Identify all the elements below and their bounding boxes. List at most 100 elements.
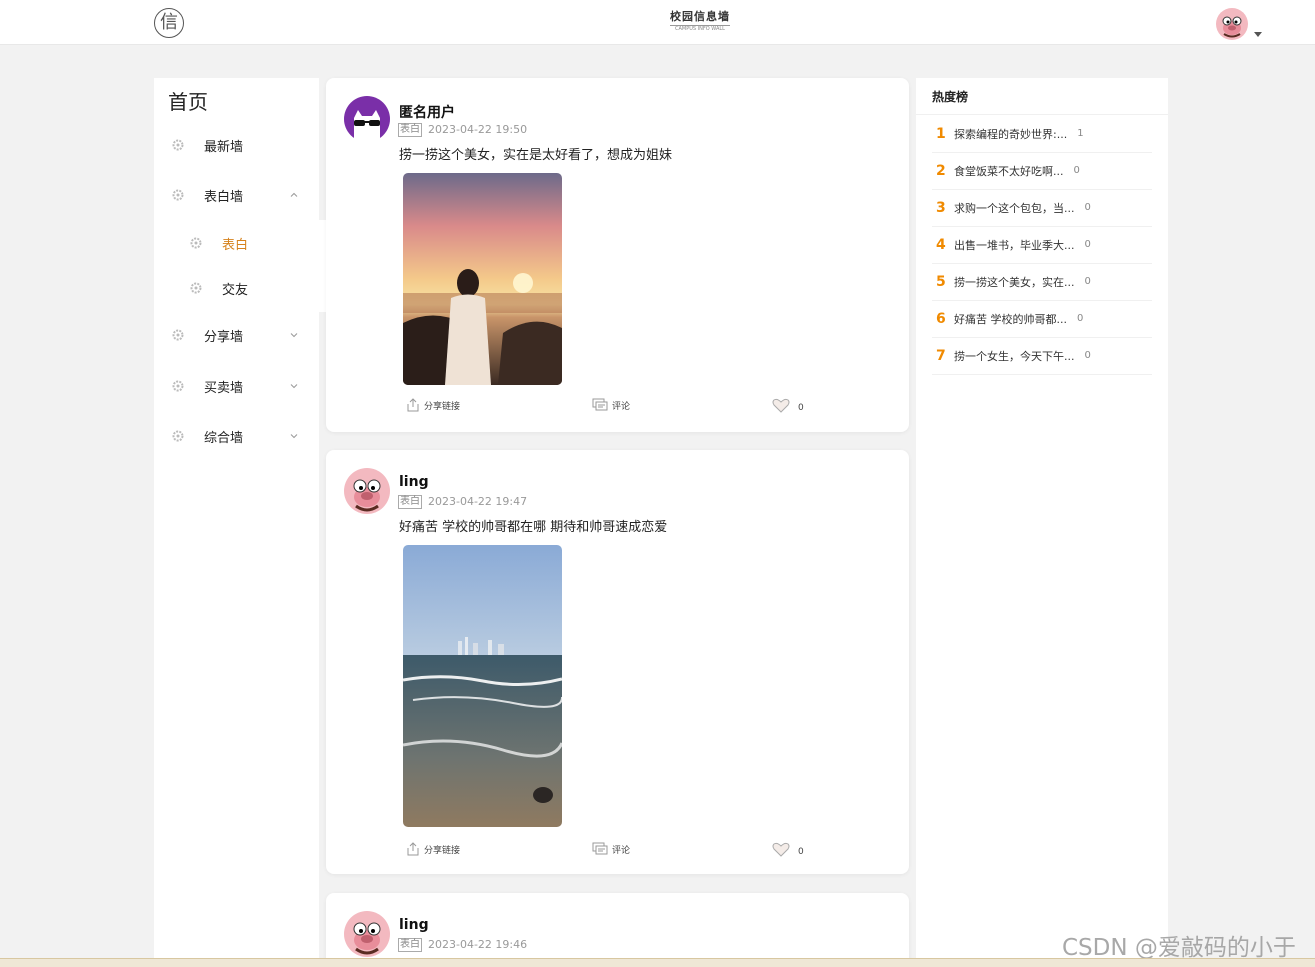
- gear-icon: [190, 237, 202, 249]
- top-bar: 信 校园信息墙 CAMPUS INFO WALL: [0, 0, 1315, 45]
- comment-icon: [592, 842, 608, 855]
- hot-item[interactable]: 7 捞一个女生，今天下午... 0: [932, 337, 1152, 375]
- sidebar-item-label: 表白墙: [204, 189, 244, 205]
- hot-title: 探索编程的奇妙世界:...: [954, 127, 1068, 141]
- sidebar-item-label: 分享墙: [204, 329, 244, 345]
- comment-label: 评论: [612, 846, 631, 856]
- logo-char: 信: [160, 12, 178, 33]
- sidebar-item-label: 表白: [222, 237, 249, 253]
- sidebar: 首页 最新墙 表白墙 表白 交友 分享墙 买卖墙 综合墙: [154, 78, 334, 966]
- hot-rank: 4: [936, 236, 946, 253]
- hot-item[interactable]: 1 探索编程的奇妙世界:... 1: [932, 115, 1152, 153]
- hot-title: 出售一堆书，毕业季大...: [954, 238, 1075, 252]
- hot-title: 捞一个女生，今天下午...: [954, 349, 1075, 363]
- gear-icon: [172, 329, 184, 341]
- post-username[interactable]: 匿名用户: [399, 102, 455, 122]
- sidebar-item-trade[interactable]: 买卖墙: [154, 371, 319, 401]
- hot-item[interactable]: 5 捞一捞这个美女，实在... 0: [932, 263, 1152, 301]
- hot-count: 0: [1084, 350, 1091, 361]
- hot-item[interactable]: 3 求购一个这个包包，当... 0: [932, 189, 1152, 227]
- hot-rank: 2: [936, 162, 946, 179]
- watermark: CSDN @爱敲码的小于: [1062, 935, 1296, 961]
- post-actions: 分享链接 评论 0: [326, 842, 909, 864]
- heart-icon: [772, 842, 790, 857]
- hot-rank: 3: [936, 199, 946, 216]
- post-tag: 表白: [398, 123, 422, 137]
- pig-avatar[interactable]: [344, 468, 390, 514]
- hot-ranking-title: 热度榜: [932, 90, 969, 104]
- chevron-down-icon: [290, 434, 298, 439]
- gear-icon: [190, 282, 202, 294]
- hot-count: 0: [1084, 276, 1091, 287]
- post-time: 2023-04-22 19:50: [428, 123, 528, 136]
- gear-icon: [172, 189, 184, 201]
- post-tag: 表白: [398, 938, 422, 952]
- hot-title: 求购一个这个包包，当...: [954, 201, 1075, 215]
- sidebar-subitem-friends[interactable]: 交友: [154, 273, 319, 303]
- share-link-button[interactable]: 分享链接: [406, 398, 460, 412]
- hot-ranking-panel: 热度榜 1 探索编程的奇妙世界:... 1 2 食堂饭菜不太好吃啊... 0 3…: [916, 78, 1168, 966]
- like-button[interactable]: 0: [772, 842, 804, 857]
- sidebar-item-label: 综合墙: [204, 430, 244, 446]
- hot-item[interactable]: 2 食堂饭菜不太好吃啊... 0: [932, 152, 1152, 190]
- gear-icon: [172, 380, 184, 392]
- share-icon: [407, 842, 419, 856]
- pig-avatar[interactable]: [344, 911, 390, 957]
- hot-item[interactable]: 4 出售一堆书，毕业季大... 0: [932, 226, 1152, 264]
- hot-rank: 6: [936, 310, 946, 327]
- sidebar-item-label: 交友: [222, 282, 249, 298]
- post-content: 好痛苦 学校的帅哥都在哪 期待和帅哥速成恋爱: [399, 520, 668, 535]
- sidebar-item-general[interactable]: 综合墙: [154, 421, 319, 451]
- post-card: ling 表白 2023-04-22 19:47 好痛苦 学校的帅哥都在哪 期待…: [326, 450, 909, 874]
- gear-icon: [172, 139, 184, 151]
- sidebar-subitem-confess[interactable]: 表白: [154, 228, 319, 258]
- chevron-down-icon: [290, 384, 298, 389]
- hot-count: 1: [1077, 128, 1084, 139]
- sidebar-item-confession[interactable]: 表白墙: [154, 180, 319, 210]
- post-username[interactable]: ling: [399, 474, 429, 490]
- site-logo[interactable]: 信: [154, 8, 184, 38]
- caret-down-icon[interactable]: [1254, 32, 1262, 37]
- sidebar-item-label: 买卖墙: [204, 380, 244, 396]
- sidebar-item-share[interactable]: 分享墙: [154, 320, 319, 350]
- hot-title: 食堂饭菜不太好吃啊...: [954, 164, 1064, 178]
- brand-title: 校园信息墙: [670, 10, 730, 23]
- share-icon: [407, 398, 419, 412]
- hot-rank: 7: [936, 347, 946, 364]
- post-username[interactable]: ling: [399, 917, 429, 933]
- hot-item[interactable]: 6 好痛苦 学校的帅哥都... 0: [932, 300, 1152, 338]
- user-avatar[interactable]: [1216, 8, 1248, 40]
- gear-icon: [172, 430, 184, 442]
- sidebar-home-title[interactable]: 首页: [168, 86, 208, 115]
- like-count: 0: [798, 403, 804, 413]
- brand: 校园信息墙 CAMPUS INFO WALL: [650, 8, 750, 33]
- post-photo-sunset[interactable]: [403, 173, 562, 385]
- chevron-up-icon: [290, 192, 298, 197]
- share-link-button[interactable]: 分享链接: [406, 842, 460, 856]
- comment-button[interactable]: 评论: [592, 398, 630, 412]
- post-time: 2023-04-22 19:47: [428, 495, 528, 508]
- anonymous-avatar[interactable]: [344, 96, 390, 142]
- post-actions: 分享链接 评论 0: [326, 398, 909, 420]
- comment-button[interactable]: 评论: [592, 842, 630, 856]
- hot-count: 0: [1073, 165, 1080, 176]
- post-time: 2023-04-22 19:46: [428, 938, 528, 951]
- post-card: 匿名用户 表白 2023-04-22 19:50 捞一捞这个美女，实在是太好看了…: [326, 78, 909, 432]
- hot-count: 0: [1084, 239, 1091, 250]
- post-tag: 表白: [398, 495, 422, 509]
- hot-count: 0: [1077, 313, 1084, 324]
- hot-title: 好痛苦 学校的帅哥都...: [954, 312, 1067, 326]
- share-label: 分享链接: [424, 402, 461, 412]
- comment-label: 评论: [612, 402, 631, 412]
- sidebar-item-label: 最新墙: [204, 139, 244, 155]
- share-label: 分享链接: [424, 846, 461, 856]
- hot-count: 0: [1084, 202, 1091, 213]
- like-button[interactable]: 0: [772, 398, 804, 413]
- heart-icon: [772, 398, 790, 413]
- hot-title: 捞一捞这个美女，实在...: [954, 275, 1075, 289]
- post-photo-sea[interactable]: [403, 545, 562, 827]
- hot-rank: 5: [936, 273, 946, 290]
- hot-rank: 1: [936, 125, 946, 142]
- sidebar-item-latest[interactable]: 最新墙: [154, 130, 319, 160]
- post-content: 捞一捞这个美女，实在是太好看了，想成为姐妹: [399, 148, 673, 163]
